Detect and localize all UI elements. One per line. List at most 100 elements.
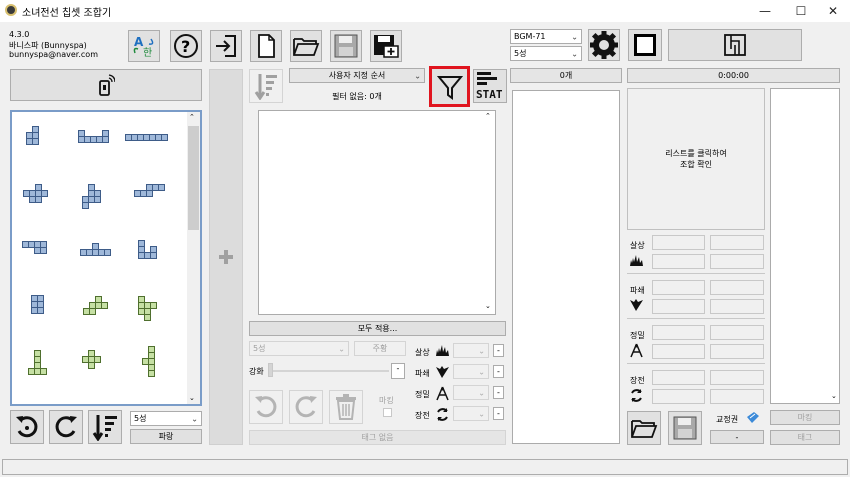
folder-open-icon (631, 420, 658, 438)
middle-star-select[interactable]: 5성 ⌄ (249, 341, 349, 356)
save-as-icon (374, 35, 399, 58)
app-icon (5, 4, 17, 16)
save-button[interactable] (330, 30, 362, 62)
result-brk-label: 파쇄 (630, 286, 645, 295)
result-open-button[interactable] (627, 411, 661, 445)
stat-select[interactable]: ⌄ (453, 343, 489, 358)
inventory-scrollbar[interactable] (482, 111, 495, 314)
scroll-down-icon[interactable]: ⌄ (831, 392, 837, 400)
rotate-right-disabled-button[interactable] (289, 390, 323, 424)
stat-minus-button[interactable]: - (493, 365, 504, 378)
stat-minus-button[interactable]: - (493, 344, 504, 357)
result-stat-box (652, 280, 705, 295)
chip-cell (41, 190, 48, 197)
result-dmg-label: 살상 (630, 241, 645, 250)
close-button[interactable]: ✕ (816, 0, 850, 22)
board-icon (724, 34, 746, 56)
result-list[interactable] (512, 90, 620, 444)
mark-checkbox[interactable] (383, 408, 392, 417)
scroll-down-icon[interactable]: ⌄ (485, 302, 491, 310)
board-button[interactable] (668, 29, 802, 61)
chip-cell (161, 134, 168, 141)
enhance-slider-thumb[interactable] (268, 363, 273, 377)
save-icon (334, 34, 358, 58)
stat-select[interactable]: ⌄ (453, 385, 489, 400)
ticket-label: 교정권 (716, 415, 739, 424)
result-hit-label: 정밀 (630, 331, 645, 340)
tag-button[interactable]: 태그 (770, 430, 840, 445)
rotate-right-button[interactable] (49, 410, 83, 444)
tag-list[interactable] (770, 88, 840, 404)
rotate-left-button[interactable] (10, 410, 44, 444)
apply-all-button[interactable]: 모두 적용... (249, 321, 506, 336)
middle-star-select-value: 5성 (253, 344, 266, 353)
enhance-value[interactable]: - (391, 363, 405, 379)
left-star-select[interactable]: 5성 ⌄ (130, 411, 202, 426)
scroll-thumb[interactable] (188, 126, 199, 230)
sort-select[interactable]: 사용자 지정 순서 ⌄ (289, 68, 425, 83)
mark-button[interactable]: 마킹 (770, 410, 840, 425)
display-mode-button[interactable] (628, 29, 662, 61)
stat-select[interactable]: ⌄ (453, 406, 489, 421)
chip-cell (88, 362, 95, 369)
chip-cell (35, 196, 42, 203)
save-as-button[interactable] (370, 30, 402, 62)
stat-minus-button[interactable]: - (493, 407, 504, 420)
import-button[interactable] (210, 30, 242, 62)
chevron-down-icon: ⌄ (571, 32, 578, 41)
chip-cell (32, 138, 39, 145)
enhance-slider-track[interactable] (269, 370, 389, 372)
window-title: 소녀전선 칩셋 조합기 (22, 8, 112, 19)
minimize-button[interactable]: — (748, 0, 782, 22)
result-stat-box (652, 344, 705, 359)
stat-hit-label: 정밀 (415, 390, 430, 399)
add-chip-button[interactable] (209, 69, 243, 445)
stat-icon: STAT (476, 72, 503, 101)
scroll-up-icon[interactable]: ⌃ (485, 112, 491, 120)
reload-icon (435, 407, 450, 425)
result-count-button[interactable]: 0개 (510, 68, 622, 83)
timer-button[interactable]: 0:00:00 (627, 68, 840, 83)
svg-text:한: 한 (143, 47, 152, 59)
top-star-select[interactable]: 5성 ⌄ (510, 46, 582, 61)
maximize-button[interactable]: ☐ (784, 0, 818, 22)
chevron-down-icon: ⌄ (571, 49, 578, 58)
new-file-button[interactable] (250, 30, 282, 62)
middle-color-button[interactable]: 주황 (354, 341, 406, 356)
rotate-left-disabled-button[interactable] (249, 390, 283, 424)
inventory-list[interactable] (258, 110, 496, 315)
hit-icon (435, 386, 450, 404)
sort-middle-button[interactable] (249, 69, 283, 103)
left-color-button[interactable]: 파랑 (130, 429, 202, 444)
ticket-icon (746, 411, 760, 427)
result-stat-box (652, 389, 705, 404)
scroll-down-icon[interactable]: ⌄ (189, 394, 195, 402)
bgm-select[interactable]: BGM-71 ⌄ (510, 29, 582, 44)
sort-desc-icon (92, 415, 117, 441)
rotate-right-icon (295, 396, 317, 418)
language-button[interactable]: A한 (128, 30, 160, 62)
email-label: bunnyspa@naver.com (9, 50, 98, 59)
tag-none-button[interactable]: 태그 없음 (249, 430, 506, 445)
stat-minus-button[interactable]: - (493, 386, 504, 399)
phone-signal-icon (99, 74, 115, 96)
combination-preview[interactable]: 리스트를 클릭하여 조합 확인 (627, 88, 765, 230)
result-stat-box (710, 344, 764, 359)
device-button[interactable] (10, 69, 202, 101)
filter-icon (436, 75, 463, 100)
stat-select[interactable]: ⌄ (453, 364, 489, 379)
stat-button[interactable]: STAT (473, 69, 507, 103)
sort-left-button[interactable] (88, 410, 122, 444)
help-button[interactable]: ? (170, 30, 202, 62)
result-stat-box (710, 299, 764, 314)
delete-button[interactable] (329, 390, 363, 424)
result-save-button[interactable] (668, 411, 702, 445)
damage-icon (435, 344, 450, 360)
filter-button[interactable] (429, 66, 470, 107)
open-folder-button[interactable] (290, 30, 322, 62)
chip-cell (144, 314, 151, 321)
combination-hint: 리스트를 클릭하여 조합 확인 (665, 149, 727, 169)
sort-desc-icon (254, 74, 277, 100)
settings-button[interactable] (588, 29, 620, 61)
scroll-up-icon[interactable]: ⌃ (189, 113, 195, 121)
